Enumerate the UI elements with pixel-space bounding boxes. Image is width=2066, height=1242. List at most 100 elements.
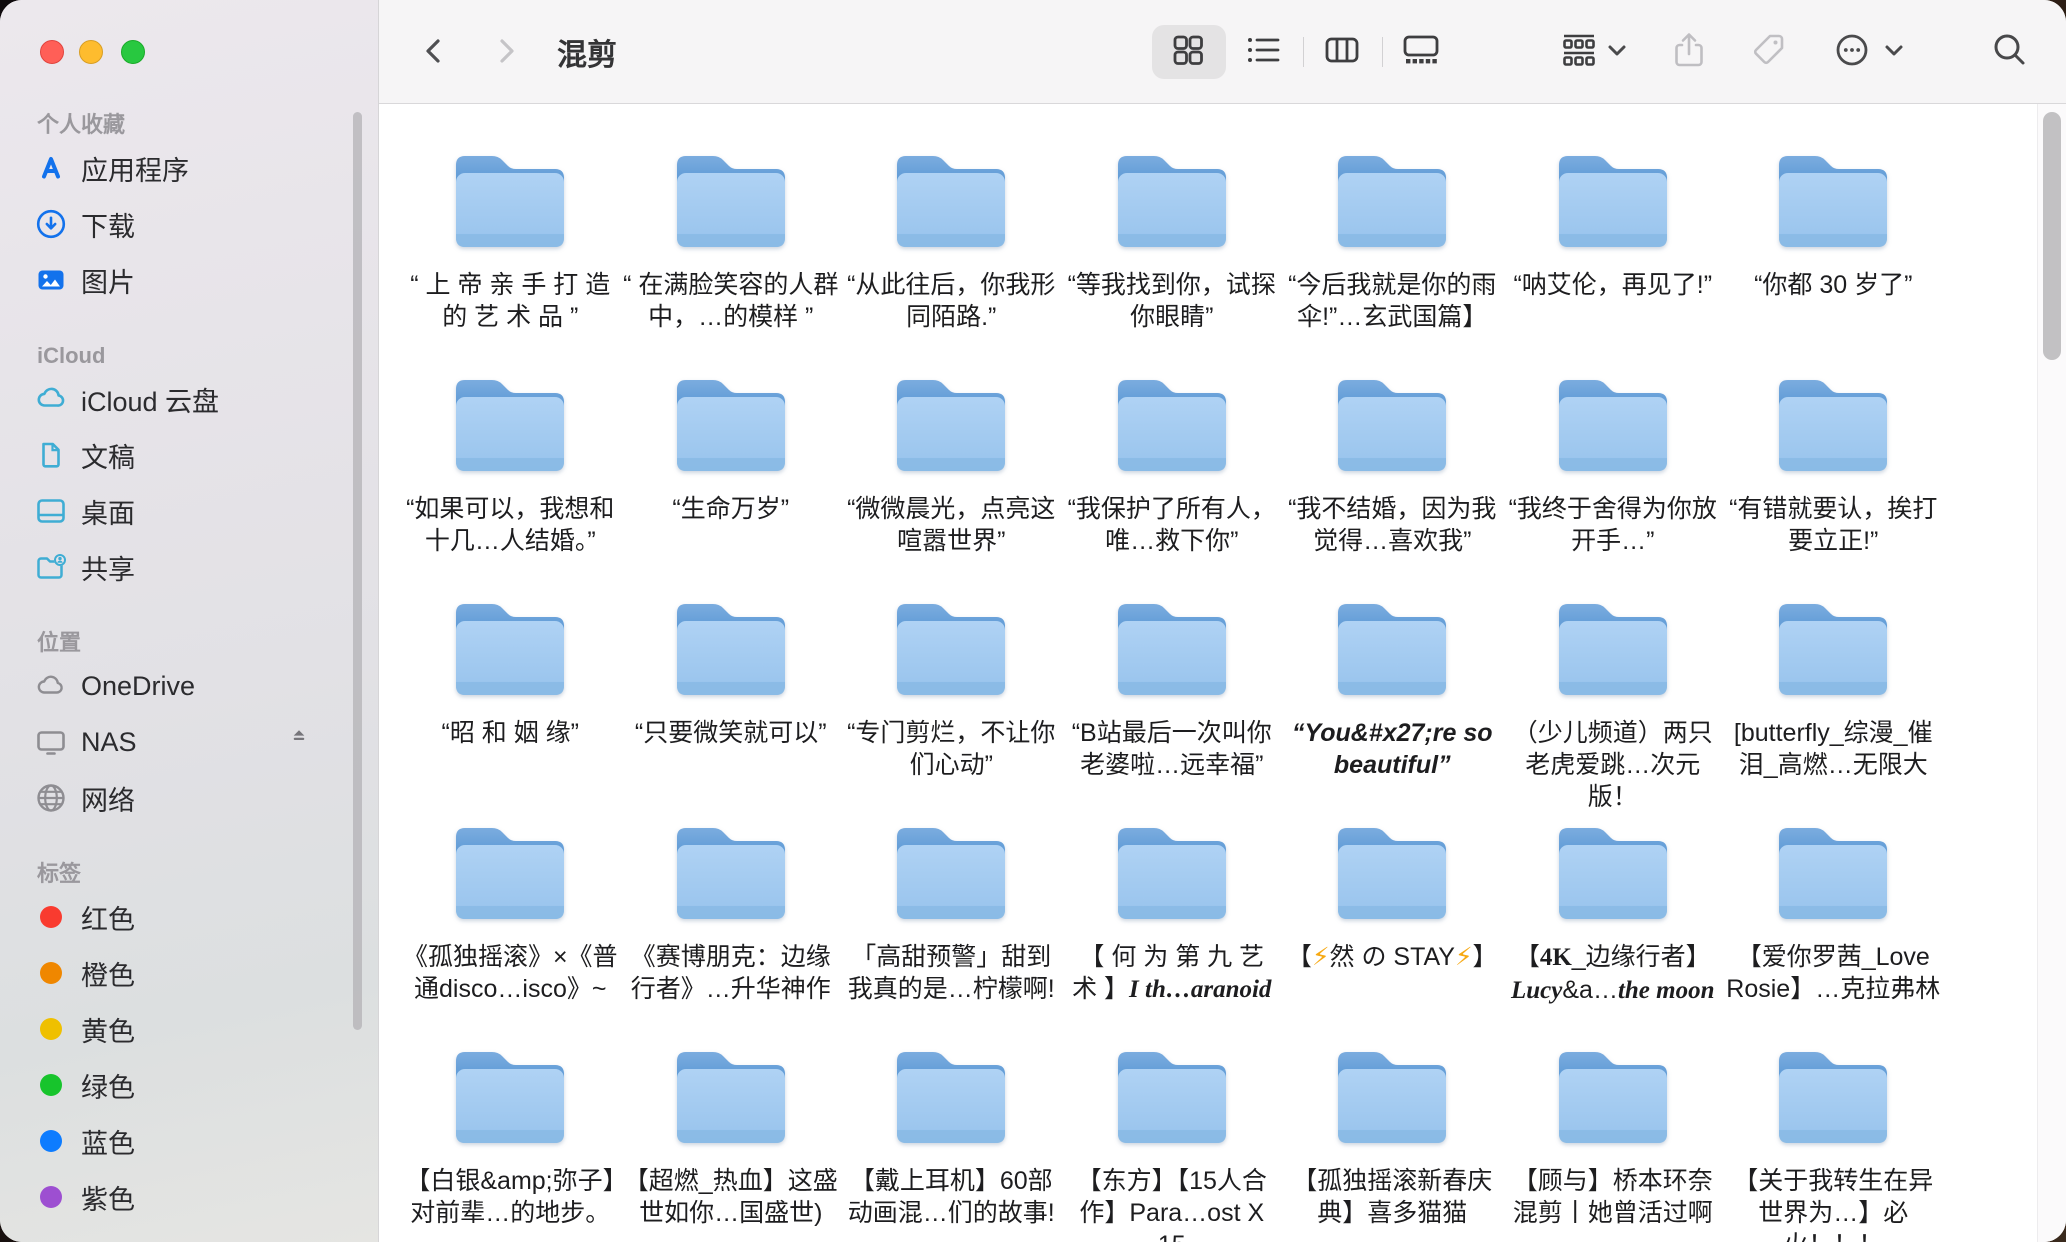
eject-icon[interactable] — [287, 725, 311, 754]
sidebar-item-shared[interactable]: 共享 — [0, 539, 378, 595]
onedrive-cloud-icon — [34, 669, 68, 703]
folder-item[interactable]: “呐艾伦，再见了!” — [1503, 131, 1724, 355]
folder-item[interactable]: “生命万岁” — [621, 355, 842, 579]
folder-item[interactable]: “有错就要认，挨打要立正!” — [1723, 355, 1944, 579]
folder-item[interactable]: “B站最后一次叫你老婆啦…远幸福” — [1062, 579, 1283, 803]
folder-item[interactable]: “你都 30 岁了” — [1723, 131, 1944, 355]
folder-item[interactable]: “微微晨光，点亮这喧嚣世界” — [841, 355, 1062, 579]
folder-label: “今后我就是你的雨伞!”…玄武国篇】 — [1284, 269, 1500, 333]
folder-item[interactable]: “我不结婚，因为我觉得…喜欢我” — [1282, 355, 1503, 579]
folder-item[interactable]: 【东方】【15人合作】Para…ost X 15 — [1062, 1027, 1283, 1242]
folder-icon — [669, 819, 793, 923]
sidebar-item-desktop[interactable]: 桌面 — [0, 483, 378, 539]
sidebar-item-label: 红色 — [81, 898, 135, 937]
folder-item[interactable]: “我保护了所有人，唯…救下你” — [1062, 355, 1283, 579]
folder-item[interactable]: 【关于我转生在异世界为…】必火！！！ — [1723, 1027, 1944, 1242]
folder-item[interactable]: 【超燃_热血】这盛世如你…国盛世) — [621, 1027, 842, 1242]
folder-item[interactable]: “如果可以，我想和十几…人结婚。” — [400, 355, 621, 579]
icloud-drive-icon — [34, 382, 68, 416]
tag-icon — [1748, 30, 1788, 73]
forward-button[interactable] — [484, 29, 528, 73]
zoom-window-button[interactable] — [121, 40, 145, 64]
folder-item[interactable]: “ 上 帝 亲 手 打 造 的 艺 术 品 ” — [400, 131, 621, 355]
tag-button[interactable] — [1746, 29, 1790, 73]
sidebar-item-label: OneDrive — [81, 671, 195, 702]
more-actions-chevron[interactable] — [1882, 29, 1906, 73]
folder-item[interactable]: 【戴上耳机】60部动画混…们的故事! — [841, 1027, 1062, 1242]
folder-item[interactable]: “昭 和 姻 缘” — [400, 579, 621, 803]
folder-item[interactable]: “从此往后，你我形同陌路.” — [841, 131, 1062, 355]
folder-icon — [889, 595, 1013, 699]
list-view-button[interactable] — [1242, 29, 1286, 73]
folder-item[interactable]: “专门剪烂，不让你们心动” — [841, 579, 1062, 803]
sidebar-item-documents[interactable]: 文稿 — [0, 427, 378, 483]
share-button[interactable] — [1667, 29, 1711, 73]
folder-label: “呐艾伦，再见了!” — [1505, 269, 1721, 301]
sidebar-item-network[interactable]: 网络 — [0, 770, 378, 826]
folder-item[interactable]: 【⚡然 の STAY⚡】 — [1282, 803, 1503, 1027]
sidebar-item-label: 蓝色 — [81, 1122, 135, 1161]
folder-item[interactable]: （少儿频道）两只老虎爱跳…次元版！ — [1503, 579, 1724, 803]
folder-icon — [1330, 371, 1454, 475]
folder-item[interactable]: “今后我就是你的雨伞!”…玄武国篇】 — [1282, 131, 1503, 355]
folder-item[interactable]: “我终于舍得为你放开手…” — [1503, 355, 1724, 579]
folder-item[interactable]: 「高甜预警」甜到我真的是…柠檬啊! — [841, 803, 1062, 1027]
desktop-icon — [34, 494, 68, 528]
sidebar-section: iCloudiCloud 云盘文稿桌面共享 — [0, 341, 378, 595]
folder-label: 《孤独摇滚》×《普通disco…isco》~ — [402, 941, 618, 1005]
folder-item[interactable]: 【孤独摇滚新春庆典】喜多猫猫 — [1282, 1027, 1503, 1242]
documents-icon — [34, 438, 68, 472]
folder-label: 【东方】【15人合作】Para…ost X 15 — [1064, 1165, 1280, 1242]
sidebar-item-tag-blue[interactable]: 蓝色 — [0, 1113, 378, 1169]
folder-item[interactable]: 【4K_边缘行者】Lucy&a…the moon — [1503, 803, 1724, 1027]
sidebar-item-tag-purple[interactable]: 紫色 — [0, 1169, 378, 1225]
folder-icon — [448, 819, 572, 923]
minimize-window-button[interactable] — [79, 40, 103, 64]
folder-item[interactable]: 【 何 为 第 九 艺 术 】I th…aranoid — [1062, 803, 1283, 1027]
sidebar-item-tag-green[interactable]: 绿色 — [0, 1057, 378, 1113]
folder-item[interactable]: 《赛博朋克：边缘行者》…升华神作 — [621, 803, 842, 1027]
folder-icon — [448, 1043, 572, 1147]
group-by-chevron[interactable] — [1605, 29, 1629, 73]
gallery-view-button[interactable] — [1399, 29, 1443, 73]
folder-item[interactable]: 【爱你罗茜_Love Rosie】…克拉弗林 — [1723, 803, 1944, 1027]
column-view-button[interactable] — [1320, 29, 1364, 73]
tag-color-dot — [40, 1186, 62, 1208]
search-button[interactable] — [1988, 29, 2032, 73]
sidebar-item-icloud-drive[interactable]: iCloud 云盘 — [0, 371, 378, 427]
sidebar-item-downloads[interactable]: 下载 — [0, 196, 378, 252]
folder-item[interactable]: 【顾与】桥本环奈混剪丨她曾活过啊 — [1503, 1027, 1724, 1242]
folder-item[interactable]: “等我找到你，试探你眼睛” — [1062, 131, 1283, 355]
folder-icon — [1551, 147, 1675, 251]
main-scrollbar-thumb[interactable] — [2043, 112, 2061, 360]
sidebar-item-pictures[interactable]: 图片 — [0, 252, 378, 308]
group-by-icon — [1559, 31, 1599, 72]
sidebar-item-tag-red[interactable]: 红色 — [0, 889, 378, 945]
close-window-button[interactable] — [40, 40, 64, 64]
folder-item[interactable]: “ 在满脸笑容的人群中，…的模样 ” — [621, 131, 842, 355]
sidebar-item-nas[interactable]: NAS — [0, 714, 378, 770]
group-by-button[interactable] — [1557, 29, 1601, 73]
chevron-down-icon — [1605, 38, 1629, 65]
back-button[interactable] — [412, 29, 456, 73]
tag-color-dot — [40, 1018, 62, 1040]
sidebar-item-tag-yellow[interactable]: 黄色 — [0, 1001, 378, 1057]
search-icon — [1990, 30, 2030, 73]
main-pane: 混剪 — [378, 0, 2066, 1242]
sidebar-scrollbar[interactable] — [353, 112, 362, 1030]
folder-item[interactable]: [butterfly_综漫_催泪_高燃…无限大 — [1723, 579, 1944, 803]
sidebar-item-tag-orange[interactable]: 橙色 — [0, 945, 378, 1001]
folder-item[interactable]: “只要微笑就可以” — [621, 579, 842, 803]
column-view-icon — [1323, 32, 1361, 71]
folder-item[interactable]: 《孤独摇滚》×《普通disco…isco》~ — [400, 803, 621, 1027]
folder-item[interactable]: 【白银&amp;弥子】对前辈…的地步。 — [400, 1027, 621, 1242]
main-scrollbar-track[interactable] — [2037, 104, 2066, 1242]
sidebar-item-onedrive[interactable]: OneDrive — [0, 658, 378, 714]
window-title: 混剪 — [557, 0, 617, 103]
more-actions-button[interactable] — [1830, 29, 1874, 73]
icon-view-button[interactable] — [1166, 29, 1210, 73]
folder-label: 【⚡然 の STAY⚡】 — [1284, 941, 1500, 973]
sidebar-item-applications[interactable]: 应用程序 — [0, 140, 378, 196]
folder-item[interactable]: “You&#x27;re so beautiful” — [1282, 579, 1503, 803]
folder-label: 【 何 为 第 九 艺 术 】I th…aranoid — [1064, 941, 1280, 1006]
